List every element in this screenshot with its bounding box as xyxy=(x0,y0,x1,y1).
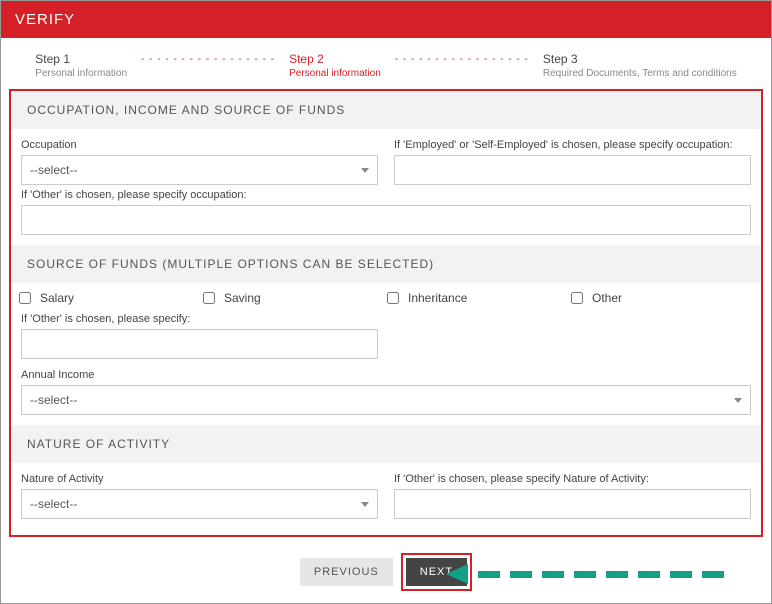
arrow-dash xyxy=(670,571,692,578)
button-row: PREVIOUS NEXT xyxy=(1,547,771,603)
arrow-dash xyxy=(574,571,596,578)
occupation-employed-label: If 'Employed' or 'Self-Employed' is chos… xyxy=(394,139,751,151)
funds-salary-checkbox[interactable] xyxy=(19,292,31,304)
arrow-annotation xyxy=(446,564,724,584)
activity-section: Nature of Activity --select-- If 'Other'… xyxy=(11,463,761,529)
verify-page: VERIFY Step 1 Personal information - - -… xyxy=(0,0,772,604)
arrow-dash xyxy=(510,571,532,578)
funds-other-specify-input[interactable] xyxy=(21,329,378,359)
chevron-down-icon xyxy=(361,168,369,173)
chevron-down-icon xyxy=(734,398,742,403)
occupation-select[interactable]: --select-- xyxy=(21,155,378,185)
activity-other-label: If 'Other' is chosen, please specify Nat… xyxy=(394,473,751,485)
step-3-title: Step 3 xyxy=(543,52,737,66)
step-connector-2: - - - - - - - - - - - - - - - - - xyxy=(395,52,529,65)
arrow-dash xyxy=(478,571,500,578)
chevron-down-icon xyxy=(361,502,369,507)
occupation-section: Occupation --select-- If 'Employed' or '… xyxy=(11,129,761,245)
annual-income-value: --select-- xyxy=(30,393,77,407)
step-2-sub: Personal information xyxy=(289,68,381,79)
activity-select[interactable]: --select-- xyxy=(21,489,378,519)
arrow-dash xyxy=(606,571,628,578)
occupation-employed-input[interactable] xyxy=(394,155,751,185)
form-area: OCCUPATION, INCOME AND SOURCE OF FUNDS O… xyxy=(9,89,763,537)
step-2: Step 2 Personal information xyxy=(289,52,381,79)
funds-salary[interactable]: Salary xyxy=(15,289,199,307)
funds-saving-label: Saving xyxy=(224,291,261,305)
activity-heading: NATURE OF ACTIVITY xyxy=(11,425,761,463)
funds-inheritance[interactable]: Inheritance xyxy=(383,289,567,307)
funds-heading: SOURCE OF FUNDS (MULTIPLE OPTIONS CAN BE… xyxy=(11,245,761,283)
annual-income-label: Annual Income xyxy=(21,369,751,381)
banner-title: VERIFY xyxy=(15,11,75,28)
step-3: Step 3 Required Documents, Terms and con… xyxy=(543,52,737,79)
activity-select-value: --select-- xyxy=(30,497,77,511)
previous-button[interactable]: PREVIOUS xyxy=(300,558,393,586)
occupation-other-label: If 'Other' is chosen, please specify occ… xyxy=(21,189,751,201)
step-1-title: Step 1 xyxy=(35,52,127,66)
funds-inheritance-checkbox[interactable] xyxy=(387,292,399,304)
arrow-dash xyxy=(702,571,724,578)
arrow-left-icon xyxy=(446,564,468,584)
funds-other[interactable]: Other xyxy=(567,289,751,307)
funds-saving-checkbox[interactable] xyxy=(203,292,215,304)
step-indicator: Step 1 Personal information - - - - - - … xyxy=(1,38,771,89)
funds-saving[interactable]: Saving xyxy=(199,289,383,307)
occupation-label: Occupation xyxy=(21,139,378,151)
arrow-dash xyxy=(638,571,660,578)
occupation-select-value: --select-- xyxy=(30,163,77,177)
step-1-sub: Personal information xyxy=(35,68,127,79)
funds-options: Salary Saving Inheritance Other xyxy=(11,283,761,309)
banner: VERIFY xyxy=(1,1,771,38)
step-3-sub: Required Documents, Terms and conditions xyxy=(543,68,737,79)
activity-label: Nature of Activity xyxy=(21,473,378,485)
funds-inheritance-label: Inheritance xyxy=(408,291,467,305)
activity-other-input[interactable] xyxy=(394,489,751,519)
arrow-dash xyxy=(542,571,564,578)
step-1: Step 1 Personal information xyxy=(35,52,127,79)
funds-salary-label: Salary xyxy=(40,291,74,305)
occupation-other-input[interactable] xyxy=(21,205,751,235)
occupation-heading: OCCUPATION, INCOME AND SOURCE OF FUNDS xyxy=(11,91,761,129)
funds-other-checkbox[interactable] xyxy=(571,292,583,304)
annual-income-select[interactable]: --select-- xyxy=(21,385,751,415)
step-2-title: Step 2 xyxy=(289,52,381,66)
funds-other-specify-label: If 'Other' is chosen, please specify: xyxy=(21,313,751,325)
funds-other-label: Other xyxy=(592,291,622,305)
step-connector-1: - - - - - - - - - - - - - - - - - xyxy=(141,52,275,65)
